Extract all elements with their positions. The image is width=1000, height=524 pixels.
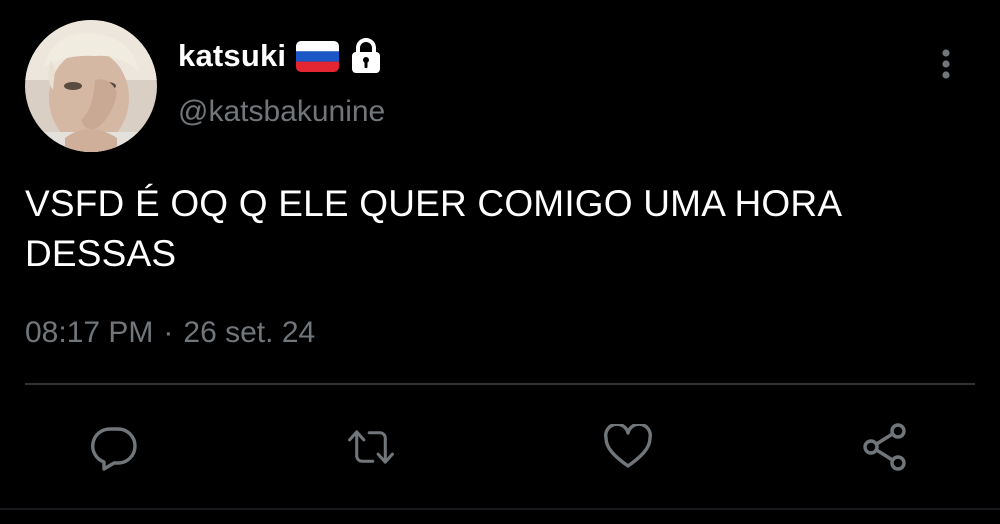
display-name[interactable]: katsuki (178, 38, 286, 74)
user-handle[interactable]: @katsbakunine (178, 95, 385, 129)
share-button[interactable] (860, 422, 910, 472)
tweet-time[interactable]: 08:17 PM (25, 316, 153, 350)
tweet-date[interactable]: 26 set. 24 (183, 316, 315, 350)
more-options-icon[interactable] (930, 45, 962, 83)
divider (25, 383, 975, 385)
retweet-button[interactable] (346, 422, 396, 472)
russia-flag-emoji (296, 40, 340, 72)
meta-separator: · (163, 316, 174, 349)
reply-button[interactable] (89, 422, 139, 472)
avatar[interactable] (25, 20, 157, 152)
reply-icon (91, 427, 137, 471)
like-icon (604, 424, 652, 468)
like-button[interactable] (603, 422, 653, 472)
tweet-text: VSFD É OQ Q ELE QUER COMIGO UMA HORA DES… (25, 183, 841, 274)
bottom-divider (0, 508, 1000, 510)
share-icon (863, 423, 906, 471)
retweet-icon (348, 430, 394, 464)
tweet-meta: 08:17 PM · 26 set. 24 (25, 316, 315, 350)
user-name-row: katsuki (178, 36, 383, 76)
lock-icon (349, 38, 383, 74)
profile-photo (25, 20, 157, 152)
